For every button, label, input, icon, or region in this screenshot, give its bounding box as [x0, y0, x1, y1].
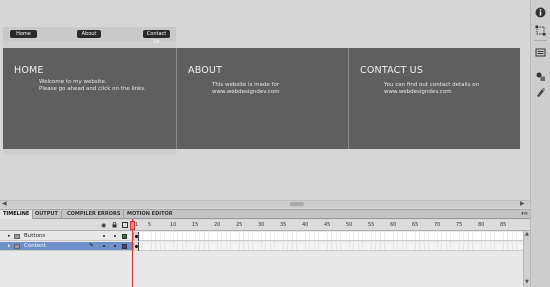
stage-area[interactable]: Home About Contact Us HOME Welcome to my… [0, 0, 530, 200]
content-panels: HOME Welcome to my website. Please go ah… [3, 48, 520, 149]
panel-menu-icon[interactable]: ▾≡ [521, 211, 528, 217]
frame-ruler[interactable]: 1 5 10 15 20 25 30 35 40 45 50 55 60 65 … [134, 220, 530, 231]
playhead-handle[interactable] [130, 221, 135, 230]
contact-panel-text: You can find out contact details on www.… [384, 82, 480, 95]
frame-number: 50 [346, 222, 353, 228]
timeline-panel-tabs: TIMELINE OUTPUT COMPILER ERRORS MOTION E… [0, 209, 530, 219]
layer-name[interactable]: Content [24, 242, 46, 251]
frame-number: 80 [478, 222, 485, 228]
pencil-icon: ✎ [89, 242, 95, 249]
home-panel-title: HOME [14, 65, 44, 76]
toolbar-divider [534, 40, 547, 41]
layer-icon [14, 244, 20, 249]
lock-dot[interactable] [114, 245, 116, 247]
frame-number: 55 [368, 222, 375, 228]
layer-frames-buttons[interactable] [134, 232, 530, 241]
frame-number: 20 [214, 222, 221, 228]
layer-header: ◉ [0, 220, 134, 231]
right-panel-toolbar [530, 0, 550, 287]
about-panel-title: ABOUT [188, 65, 223, 76]
keyframe[interactable] [134, 242, 139, 251]
timeline-body: ◉ 1 5 10 15 20 25 30 35 40 45 50 55 60 6… [0, 220, 530, 287]
frame-number: 35 [280, 222, 287, 228]
home-nav-button[interactable]: Home [10, 30, 37, 38]
contact-panel: CONTACT US You can find out contact deta… [348, 48, 520, 149]
scroll-down-icon[interactable]: ▼ [525, 279, 529, 285]
layer-expand-icon[interactable]: ▸ [8, 243, 11, 249]
frame-number: 5 [148, 222, 152, 228]
contact-panel-title: CONTACT US [360, 65, 424, 76]
lock-icon[interactable] [112, 221, 117, 230]
stage-horizontal-scrollbar[interactable]: ◀ ▶ [0, 200, 530, 208]
frame-number: 60 [390, 222, 397, 228]
frame-number: 15 [192, 222, 199, 228]
outline-icon[interactable] [122, 222, 128, 230]
scroll-right-icon[interactable]: ▶ [520, 200, 525, 207]
scroll-up-icon[interactable]: ▲ [525, 231, 529, 237]
tab-motion-editor[interactable]: MOTION EDITOR [124, 210, 176, 219]
layer-expand-icon[interactable]: ▸ [8, 233, 11, 239]
frame-number: 30 [258, 222, 265, 228]
layer-color-swatch[interactable] [122, 244, 127, 249]
tab-timeline[interactable]: TIMELINE [0, 210, 34, 219]
about-panel: ABOUT This website is made for www.webde… [176, 48, 348, 149]
timeline-vertical-scrollbar[interactable]: ▲ ▼ [523, 231, 530, 287]
layer-icon [14, 234, 20, 239]
frame-number: 65 [412, 222, 419, 228]
home-panel-text: Welcome to my website. Please go ahead a… [39, 79, 146, 92]
eye-icon[interactable]: ◉ [101, 222, 106, 229]
frame-number: 75 [456, 222, 463, 228]
scroll-thumb[interactable] [290, 202, 304, 206]
frame-number: 85 [500, 222, 507, 228]
visibility-dot[interactable] [103, 235, 105, 237]
about-nav-button[interactable]: About [77, 30, 101, 38]
frame-number: 1 [135, 222, 139, 228]
frame-number: 10 [170, 222, 177, 228]
info-icon[interactable] [534, 6, 547, 19]
tab-output[interactable]: OUTPUT [32, 210, 62, 219]
layer-row-content[interactable]: ▸ Content ✎ [0, 242, 134, 251]
frame-number: 70 [434, 222, 441, 228]
layer-row-buttons[interactable]: ▸ Buttons [0, 232, 134, 241]
lock-dot[interactable] [114, 235, 116, 237]
layer-name[interactable]: Buttons [24, 232, 45, 241]
layer-frames-content[interactable] [134, 242, 530, 251]
library-icon[interactable] [534, 46, 547, 59]
tab-compiler-errors[interactable]: COMPILER ERRORS [64, 210, 125, 219]
frame-number: 45 [324, 222, 331, 228]
layer-color-swatch[interactable] [122, 234, 127, 239]
keyframe[interactable] [134, 232, 139, 241]
home-panel: HOME Welcome to my website. Please go ah… [3, 48, 176, 149]
frame-number: 40 [302, 222, 309, 228]
contact-nav-button[interactable]: Contact Us [143, 30, 170, 45]
about-panel-text: This website is made for www.webdesignde… [212, 82, 280, 95]
color-icon[interactable] [534, 86, 547, 99]
components-icon[interactable] [534, 70, 547, 83]
scroll-left-icon[interactable]: ◀ [2, 200, 7, 207]
visibility-dot[interactable] [103, 245, 105, 247]
frame-number: 25 [236, 222, 243, 228]
transform-icon[interactable] [534, 24, 547, 37]
